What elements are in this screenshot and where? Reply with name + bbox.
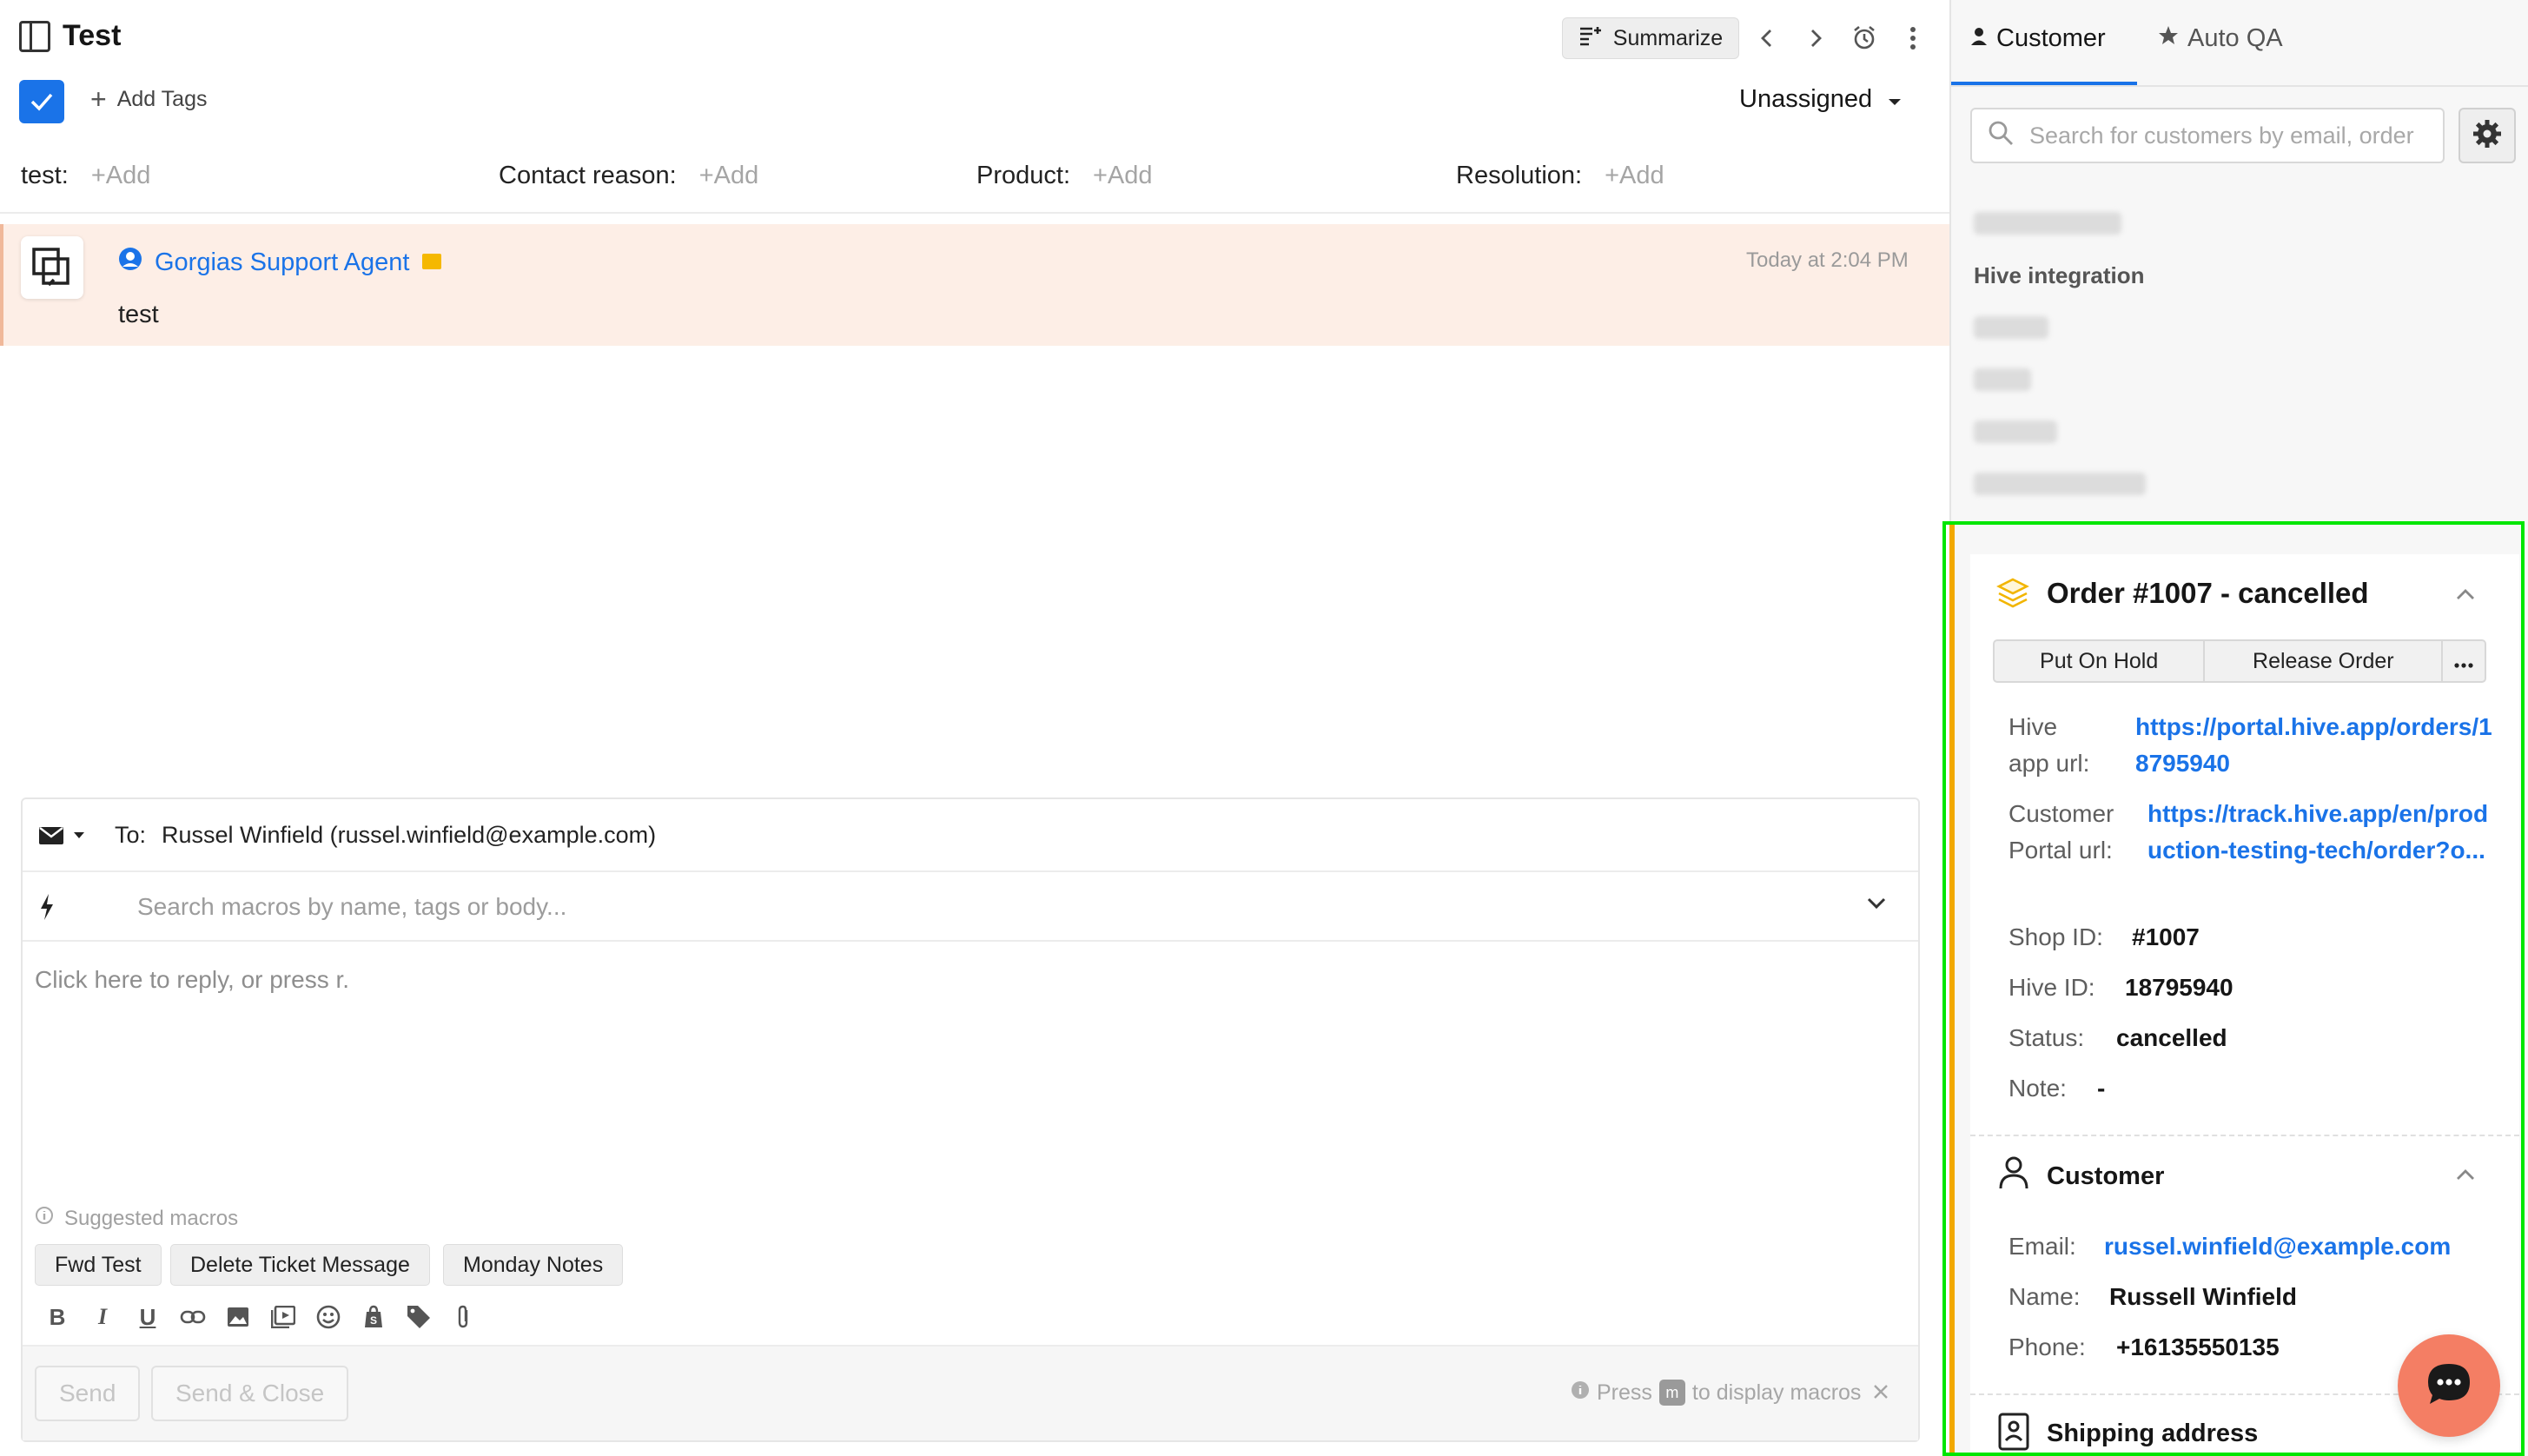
field-resolution: Resolution: +Add: [1456, 162, 1664, 190]
chat-launcher-button[interactable]: [2398, 1334, 2500, 1437]
send-and-close-button[interactable]: Send & Close: [151, 1366, 349, 1421]
message-timestamp: Today at 2:04 PM: [1746, 248, 1909, 272]
field-contact-reason-add[interactable]: +Add: [699, 162, 759, 190]
check-icon: [30, 93, 53, 111]
tab-customer[interactable]: Customer: [1970, 24, 2106, 53]
field-resolution-add[interactable]: +Add: [1605, 162, 1664, 190]
underline-icon[interactable]: U: [130, 1300, 165, 1334]
link-icon[interactable]: [175, 1300, 210, 1334]
close-ticket-checkbox[interactable]: [19, 80, 64, 123]
recipient-value[interactable]: Russel Winfield (russel.winfield@example…: [162, 822, 656, 849]
image-icon[interactable]: [221, 1300, 255, 1334]
summarize-button[interactable]: Summarize: [1562, 17, 1739, 59]
press-label: Press: [1597, 1380, 1652, 1405]
search-icon: [1988, 120, 2014, 152]
star-icon: [2158, 24, 2179, 53]
chevron-down-icon[interactable]: [1866, 897, 1887, 915]
send-button[interactable]: Send: [35, 1366, 141, 1421]
settings-button[interactable]: [2459, 108, 2516, 163]
field-product-label: Product:: [976, 162, 1070, 189]
blurred-widget-row: [1974, 212, 2121, 235]
blurred-widget-row: [1974, 316, 2048, 339]
macro-search-input[interactable]: Search macros by name, tags or body...: [137, 893, 566, 921]
tab-customer-label: Customer: [1996, 24, 2106, 52]
field-product-add[interactable]: +Add: [1093, 162, 1153, 190]
summarize-icon: [1578, 25, 1603, 52]
gear-icon: [2472, 119, 2502, 153]
add-tags-button[interactable]: + Add Tags: [90, 85, 207, 113]
lightning-icon: [38, 893, 56, 925]
field-resolution-label: Resolution:: [1456, 162, 1583, 189]
customer-search-input[interactable]: Search for customers by email, order: [1970, 108, 2445, 163]
field-contact-reason-label: Contact reason:: [499, 162, 677, 189]
composer-divider: [23, 870, 1918, 872]
caret-down-icon: [1888, 85, 1902, 114]
composer-divider: [23, 940, 1918, 942]
blurred-widget-row: [1974, 473, 2146, 495]
tabs-divider: [1951, 85, 2528, 87]
italic-icon[interactable]: I: [85, 1300, 120, 1334]
macro-button-monday-notes[interactable]: Monday Notes: [443, 1244, 624, 1286]
customer-search-placeholder: Search for customers by email, order: [2029, 122, 2414, 149]
macro-button-delete-ticket-message[interactable]: Delete Ticket Message: [170, 1244, 430, 1286]
active-tab-indicator: [1951, 82, 2137, 85]
shopify-icon[interactable]: S: [356, 1300, 391, 1334]
blurred-widget-row: [1974, 420, 2057, 443]
shortcut-key: m: [1658, 1380, 1685, 1406]
more-options-icon[interactable]: [1894, 19, 1932, 57]
svg-text:S: S: [370, 1314, 377, 1327]
user-circle-icon: [118, 247, 142, 278]
agent-avatar: [21, 236, 83, 299]
close-icon[interactable]: [1873, 1380, 1889, 1406]
message-item: [0, 224, 1949, 346]
field-test-add[interactable]: +Add: [91, 162, 151, 190]
person-icon: [1970, 24, 1988, 53]
gorgias-logo-icon: [32, 248, 69, 287]
bold-icon[interactable]: B: [40, 1300, 75, 1334]
highlight-frame: [1942, 521, 2525, 1456]
add-tags-label: Add Tags: [116, 86, 208, 111]
tag-icon[interactable]: [401, 1300, 436, 1334]
info-icon: [35, 1206, 54, 1231]
assignee-dropdown[interactable]: Unassigned: [1739, 85, 1902, 114]
assignee-label: Unassigned: [1739, 85, 1873, 113]
blurred-widget-row: [1974, 368, 2031, 391]
next-ticket-icon[interactable]: [1797, 19, 1835, 57]
previous-ticket-icon[interactable]: [1748, 19, 1786, 57]
macro-shortcut-hint: Press m to display macros: [1571, 1380, 1889, 1406]
attachment-icon[interactable]: [447, 1300, 481, 1334]
internal-note-icon: [421, 248, 442, 277]
tab-auto-qa-label: Auto QA: [2187, 24, 2283, 52]
to-label: To:: [115, 822, 147, 848]
info-icon: [1571, 1380, 1590, 1406]
tab-auto-qa[interactable]: Auto QA: [2158, 24, 2283, 53]
chat-icon: [2425, 1361, 2473, 1411]
snooze-alarm-icon[interactable]: [1845, 19, 1883, 57]
message-body: test: [118, 301, 159, 328]
message-author-name: Gorgias Support Agent: [155, 248, 410, 276]
field-test: test: +Add: [21, 162, 150, 190]
field-product: Product: +Add: [976, 162, 1153, 190]
toggle-panel-icon[interactable]: [19, 21, 50, 52]
reply-editor[interactable]: Click here to reply, or press r.: [35, 966, 349, 994]
suggested-macros-text: Suggested macros: [64, 1206, 239, 1230]
plus-icon: +: [90, 83, 107, 115]
message-author[interactable]: Gorgias Support Agent: [118, 247, 442, 278]
video-icon[interactable]: [266, 1300, 301, 1334]
recipient-row[interactable]: To: Russel Winfield (russel.winfield@exa…: [38, 822, 656, 849]
press-suffix: to display macros: [1691, 1380, 1862, 1405]
ticket-title[interactable]: Test: [63, 19, 121, 53]
emoji-icon[interactable]: [311, 1300, 346, 1334]
suggested-macros-label: Suggested macros: [35, 1206, 238, 1231]
hive-integration-label: Hive integration: [1974, 262, 2145, 288]
field-test-label: test:: [21, 162, 69, 189]
field-contact-reason: Contact reason: +Add: [499, 162, 758, 190]
macro-button-fwd-test[interactable]: Fwd Test: [35, 1244, 162, 1286]
summarize-label: Summarize: [1612, 25, 1724, 50]
fields-divider: [0, 212, 1949, 214]
channel-email-icon[interactable]: [38, 826, 85, 845]
